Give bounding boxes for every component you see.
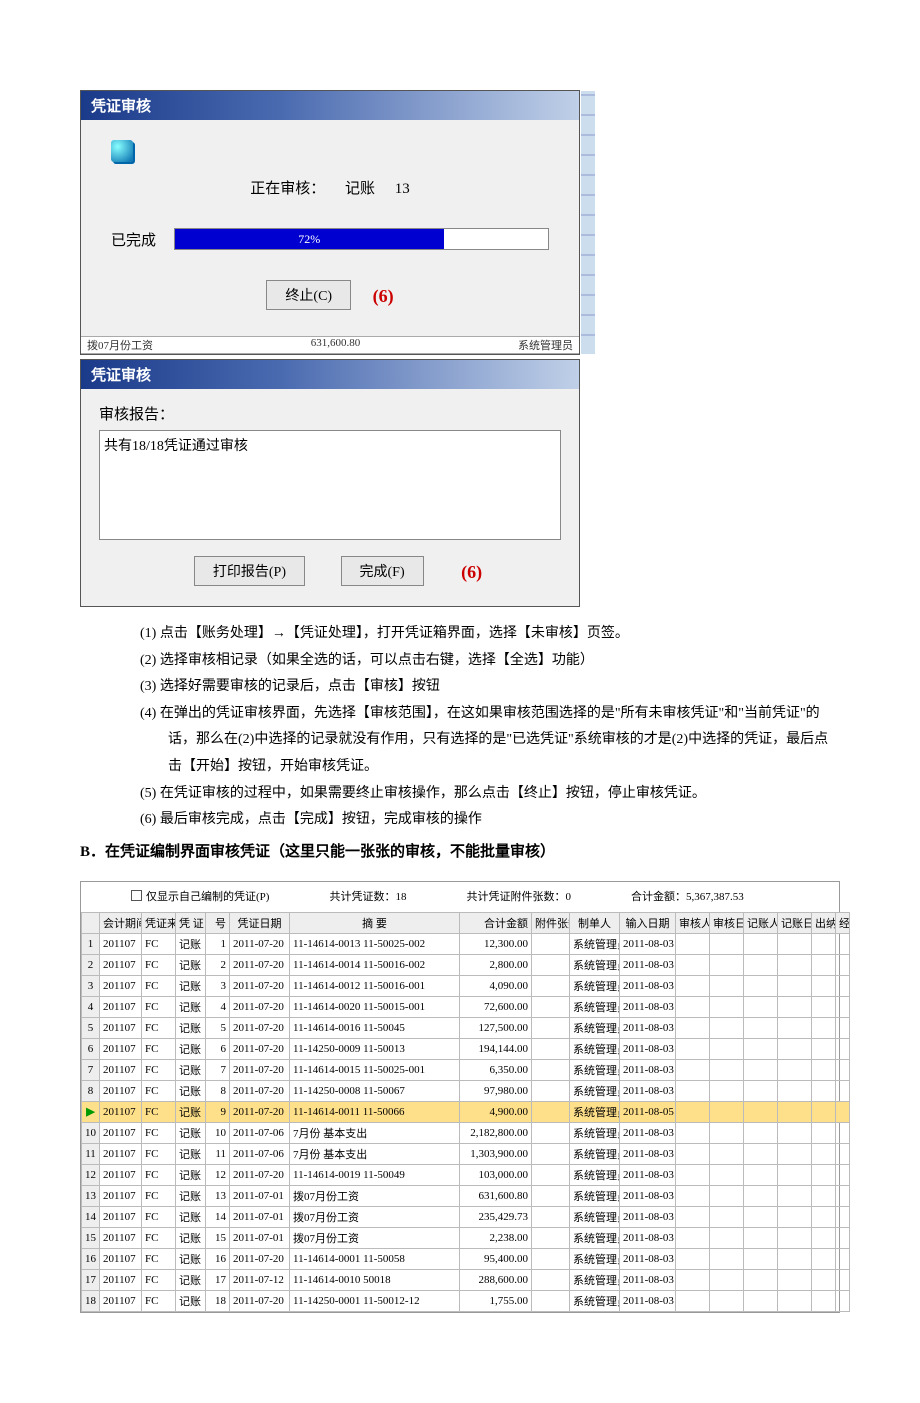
col-source: 凭证来源 bbox=[142, 912, 176, 933]
total-amount: 合计金额：5,367,387.53 bbox=[631, 888, 744, 904]
col-audit-date: 审核日期 bbox=[710, 912, 744, 933]
report-label: 审核报告： bbox=[99, 403, 561, 424]
table-row[interactable]: 15201107FC记账152011-07-01拨07月份工资2,238.00系… bbox=[82, 1227, 850, 1248]
audit-status-line: 正在审核： 记账 13 bbox=[111, 177, 549, 198]
done-label: 已完成 bbox=[111, 229, 156, 250]
step-5: (5) 在凭证审核的过程中，如果需要终止审核操作，那么点击【终止】按钮，停止审核… bbox=[140, 781, 840, 808]
col-cashier: 出纳 bbox=[812, 912, 836, 933]
document-icon bbox=[111, 140, 133, 162]
col-date: 凭证日期 bbox=[230, 912, 290, 933]
progress-bar: 72% bbox=[174, 228, 549, 250]
report-dialog: 凭证审核 审核报告： 共有18/18凭证通过审核 打印报告(P) 完成(F) (… bbox=[80, 359, 580, 607]
table-row[interactable]: 8201107FC记账82011-07-2011-14250-0008 11-5… bbox=[82, 1080, 850, 1101]
report-textarea: 共有18/18凭证通过审核 bbox=[99, 430, 561, 540]
table-row[interactable]: 1201107FC记账12011-07-2011-14614-0013 11-5… bbox=[82, 933, 850, 954]
background-row-fragment: 拨07月份工资 631,600.80 系统管理员 bbox=[81, 336, 579, 354]
table-body[interactable]: 1201107FC记账12011-07-2011-14614-0013 11-5… bbox=[82, 933, 850, 1311]
table-row[interactable]: 13201107FC记账132011-07-01拨07月份工资631,600.8… bbox=[82, 1185, 850, 1206]
status-prefix: 正在审核： bbox=[250, 181, 325, 197]
instruction-steps: (1) 点击【账务处理】→【凭证处理】，打开凭证箱界面，选择【未审核】页签。 (… bbox=[80, 621, 840, 834]
table-row[interactable]: 12201107FC记账122011-07-2011-14614-0019 11… bbox=[82, 1164, 850, 1185]
section-b-heading: B．在凭证编制界面审核凭证（这里只能一张张的审核，不能批量审核） bbox=[80, 840, 840, 861]
col-rownum bbox=[82, 912, 100, 933]
table-row[interactable]: 11201107FC记账112011-07-067月份 基本支出1,303,90… bbox=[82, 1143, 850, 1164]
step-4: (4) 在弹出的凭证审核界面，先选择【审核范围】，在这如果审核范围选择的是"所有… bbox=[140, 701, 840, 781]
progress-bar-fill: 72% bbox=[175, 229, 444, 249]
finish-button[interactable]: 完成(F) bbox=[341, 556, 424, 586]
step-3: (3) 选择好需要审核的记录后，点击【审核】按钮 bbox=[140, 674, 840, 701]
annotation-6b: (6) bbox=[461, 562, 482, 583]
table-row[interactable]: 16201107FC记账162011-07-2011-14614-0001 11… bbox=[82, 1248, 850, 1269]
table-row[interactable]: 14201107FC记账142011-07-01拨07月份工资235,429.7… bbox=[82, 1206, 850, 1227]
step-1: (1) 点击【账务处理】→【凭证处理】，打开凭证箱界面，选择【未审核】页签。 bbox=[140, 621, 840, 648]
col-input-date: 输入日期 bbox=[620, 912, 676, 933]
checkbox-icon[interactable] bbox=[131, 890, 142, 901]
col-amount: 合计金额 bbox=[460, 912, 532, 933]
report-dialog-title: 凭证审核 bbox=[81, 360, 579, 389]
status-type: 记账 bbox=[345, 181, 375, 197]
col-no: 号 bbox=[206, 912, 230, 933]
status-number: 13 bbox=[395, 181, 410, 197]
col-summary: 摘 要 bbox=[290, 912, 460, 933]
table-row[interactable]: 3201107FC记账32011-07-2011-14614-0012 11-5… bbox=[82, 975, 850, 996]
col-auditor: 审核人 bbox=[676, 912, 710, 933]
progress-dialog: 凭证审核 正在审核： 记账 13 已完成 72% 终止(C) (6) 拨07月份… bbox=[80, 90, 580, 355]
side-strip-decoration bbox=[581, 91, 595, 354]
show-own-checkbox[interactable]: 仅显示自己编制的凭证(P) bbox=[131, 888, 269, 904]
col-period: 会计期间 bbox=[100, 912, 142, 933]
table-row[interactable]: 18201107FC记账182011-07-2011-14250-0001 11… bbox=[82, 1290, 850, 1311]
col-poster: 记账人 bbox=[744, 912, 778, 933]
table-header: 会计期间 凭证来源 凭 证 号 凭证日期 摘 要 合计金额 附件张数 制单人 输… bbox=[82, 912, 850, 933]
table-row[interactable]: 6201107FC记账62011-07-2011-14250-0009 11-5… bbox=[82, 1038, 850, 1059]
col-extra: 经 bbox=[836, 912, 850, 933]
annotation-6a: (6) bbox=[373, 286, 394, 307]
report-content: 共有18/18凭证通过审核 bbox=[104, 439, 248, 454]
table-row[interactable]: 10201107FC记账102011-07-067月份 基本支出2,182,80… bbox=[82, 1122, 850, 1143]
voucher-table[interactable]: 会计期间 凭证来源 凭 证 号 凭证日期 摘 要 合计金额 附件张数 制单人 输… bbox=[81, 912, 850, 1312]
col-maker: 制单人 bbox=[570, 912, 620, 933]
total-attachments: 共计凭证附件张数：0 bbox=[466, 888, 571, 904]
step-2: (2) 选择审核相记录（如果全选的话，可以点击右键，选择【全选】功能） bbox=[140, 648, 840, 675]
table-row[interactable]: 5201107FC记账52011-07-2011-14614-0016 11-5… bbox=[82, 1017, 850, 1038]
total-count: 共计凭证数：18 bbox=[329, 888, 406, 904]
cancel-button[interactable]: 终止(C) bbox=[266, 280, 351, 310]
col-vtype: 凭 证 bbox=[176, 912, 206, 933]
table-row[interactable]: ▶201107FC记账92011-07-2011-14614-0011 11-5… bbox=[82, 1101, 850, 1122]
table-row[interactable]: 2201107FC记账22011-07-2011-14614-0014 11-5… bbox=[82, 954, 850, 975]
table-row[interactable]: 7201107FC记账72011-07-2011-14614-0015 11-5… bbox=[82, 1059, 850, 1080]
progress-dialog-title: 凭证审核 bbox=[81, 91, 579, 120]
table-row[interactable]: 17201107FC记账172011-07-1211-14614-0010 50… bbox=[82, 1269, 850, 1290]
step-6: (6) 最后审核完成，点击【完成】按钮，完成审核的操作 bbox=[140, 807, 840, 834]
voucher-table-panel: 仅显示自己编制的凭证(P) 共计凭证数：18 共计凭证附件张数：0 合计金额：5… bbox=[80, 881, 840, 1313]
table-row[interactable]: 4201107FC记账42011-07-2011-14614-0020 11-5… bbox=[82, 996, 850, 1017]
col-post-date: 记账日期 bbox=[778, 912, 812, 933]
col-attachments: 附件张数 bbox=[532, 912, 570, 933]
print-report-button[interactable]: 打印报告(P) bbox=[194, 556, 305, 586]
